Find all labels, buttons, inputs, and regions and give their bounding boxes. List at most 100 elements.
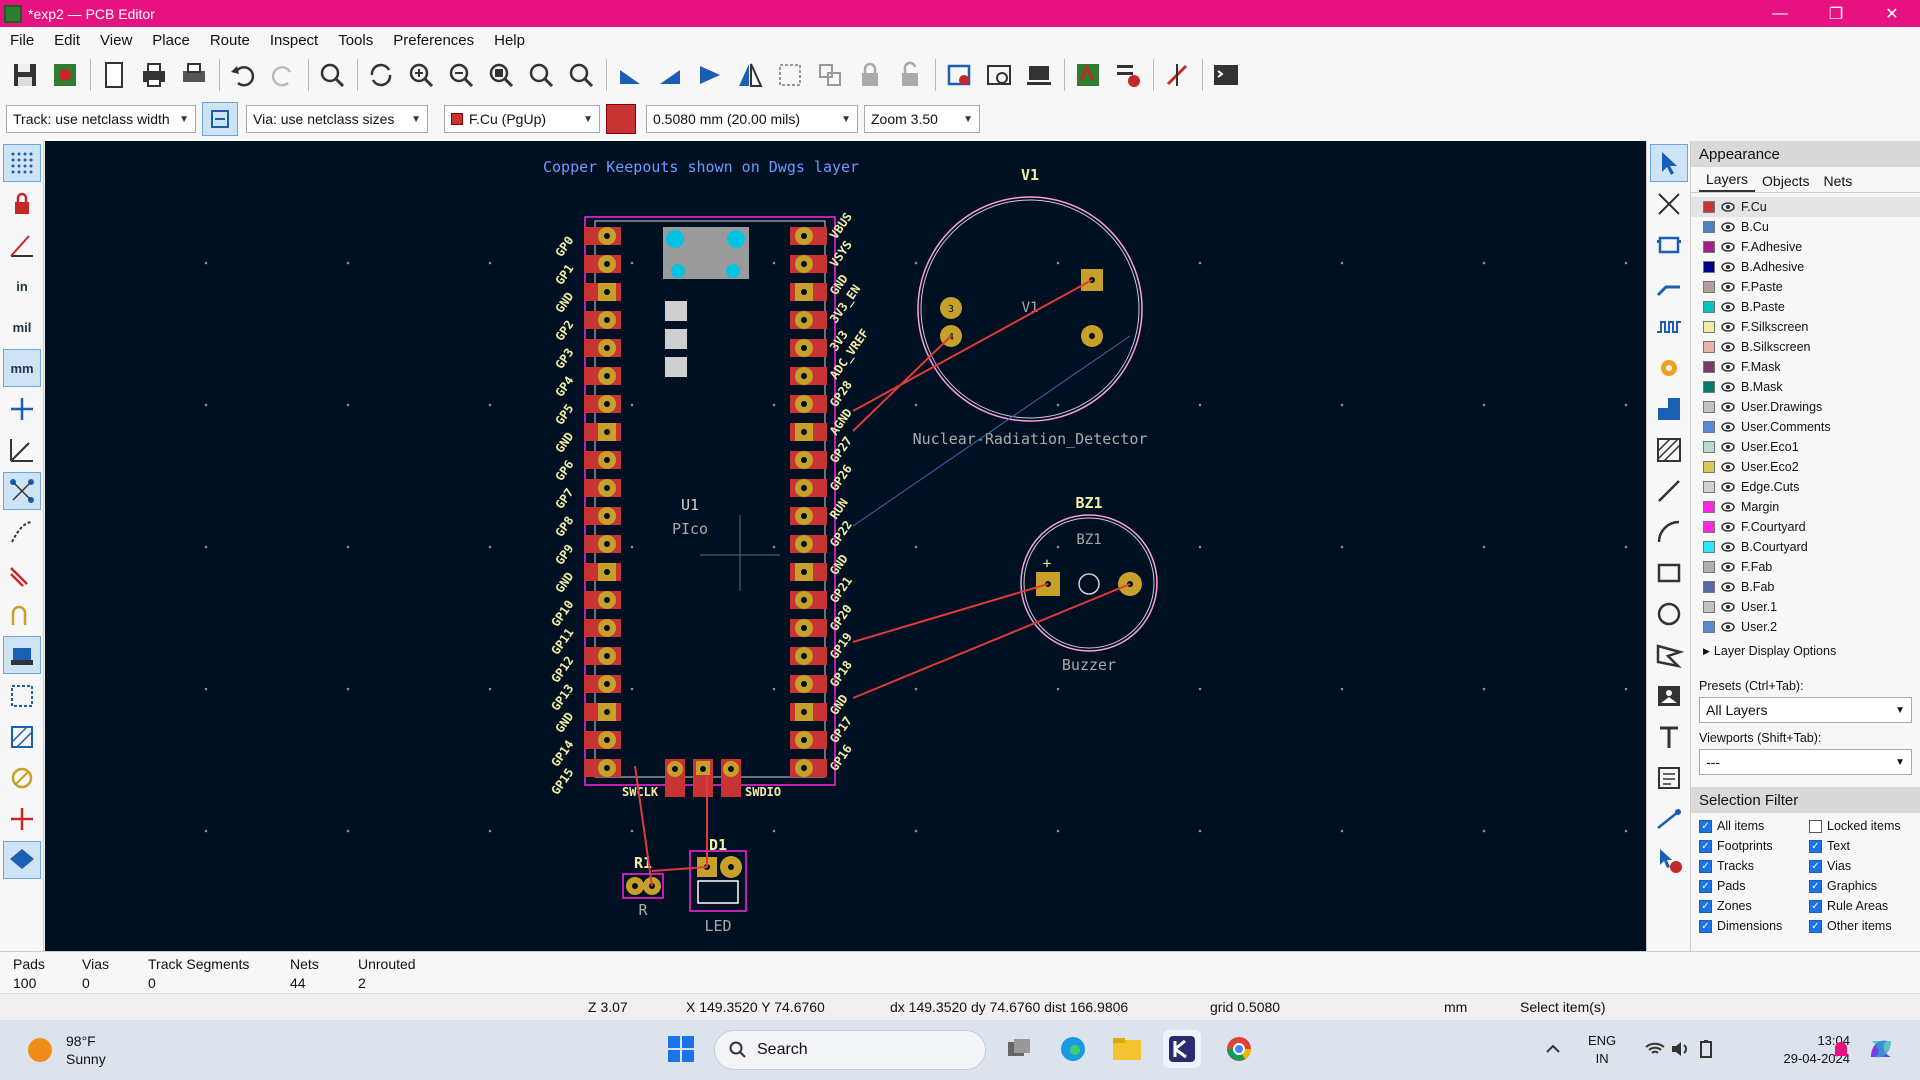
layer-color-swatch[interactable] [1703,461,1715,473]
layer-pair-icon[interactable] [606,104,636,134]
layer-row-margin[interactable]: Margin [1691,497,1920,517]
checkbox[interactable]: ✓ [1699,919,1712,933]
layer-row-user-drawings[interactable]: User.Drawings [1691,397,1920,417]
eye-icon[interactable] [1721,600,1735,614]
angle-snap-icon[interactable] [3,431,41,469]
layer-row-f-paste[interactable]: F.Paste [1691,277,1920,297]
zone-outline-icon[interactable] [3,677,41,715]
layer-color-swatch[interactable] [1703,561,1715,573]
units-inch-button[interactable]: in [3,267,41,305]
checkbox[interactable]: ✓ [1809,859,1822,873]
notification-bell-icon[interactable] [1822,1030,1860,1068]
route-track-icon[interactable] [1650,267,1688,305]
track-outline-icon[interactable] [3,554,41,592]
add-zone-icon[interactable] [1650,390,1688,428]
via-outline-icon[interactable] [3,595,41,633]
checkbox[interactable]: ✓ [1699,819,1712,833]
cursor-style-icon[interactable] [3,390,41,428]
find-icon[interactable] [313,56,351,94]
undo-icon[interactable] [224,56,262,94]
eye-icon[interactable] [1721,580,1735,594]
layer-row-f-fab[interactable]: F.Fab [1691,557,1920,577]
layer-color-swatch[interactable] [1703,301,1715,313]
maximize-button[interactable]: ❐ [1808,0,1864,27]
tab-objects[interactable]: Objects [1755,173,1816,192]
layer-color-swatch[interactable] [1703,361,1715,373]
chevron-up-icon[interactable] [1534,1030,1572,1068]
local-ratsnest-icon[interactable] [1650,185,1688,223]
layer-color-swatch[interactable] [1703,521,1715,533]
eye-icon[interactable] [1721,520,1735,534]
zoom-objects-icon[interactable] [522,56,560,94]
layer-row-b-cu[interactable]: B.Cu [1691,217,1920,237]
filter-zones[interactable]: ✓ Zones [1699,897,1809,915]
layer-color-swatch[interactable] [1703,481,1715,493]
layer-row-b-mask[interactable]: B.Mask [1691,377,1920,397]
viewports-select[interactable]: --- ▼ [1699,749,1912,775]
kicad-taskbar-icon[interactable] [1163,1030,1201,1068]
filter-text[interactable]: ✓ Text [1809,837,1919,855]
rotate-cw-icon[interactable] [651,56,689,94]
mirror-icon[interactable] [731,56,769,94]
show-ratsnest-icon[interactable] [1158,56,1196,94]
task-view-icon[interactable] [1000,1030,1038,1068]
filter-footprints[interactable]: ✓ Footprints [1699,837,1809,855]
checkbox[interactable] [1809,819,1822,833]
eye-icon[interactable] [1721,260,1735,274]
layer-row-b-paste[interactable]: B.Paste [1691,297,1920,317]
add-dimension-icon[interactable] [1650,800,1688,838]
layer-color-swatch[interactable] [1703,241,1715,253]
add-textbox-icon[interactable] [1650,759,1688,797]
layer-color-swatch[interactable] [1703,321,1715,333]
filter-locked-items[interactable]: Locked items [1809,817,1919,835]
zoom-select[interactable]: Zoom 3.50 ▼ [864,105,980,133]
language-indicator[interactable]: ENG IN [1588,1032,1616,1068]
filter-all-items[interactable]: ✓ All items [1699,817,1809,835]
flip-icon[interactable] [691,56,729,94]
track-width-select[interactable]: Track: use netclass width ▼ [6,105,196,133]
place-via-icon[interactable] [1650,349,1688,387]
layer-display-options-toggle[interactable]: ▶ Layer Display Options [1691,637,1920,661]
curved-ratsnest-icon[interactable] [3,513,41,551]
eye-icon[interactable] [1721,560,1735,574]
draw-rectangle-icon[interactable] [1650,554,1688,592]
layer-row-b-fab[interactable]: B.Fab [1691,577,1920,597]
via-size-select[interactable]: Via: use netclass sizes ▼ [246,105,428,133]
zoom-fit-icon[interactable] [482,56,520,94]
layer-color-swatch[interactable] [1703,281,1715,293]
scripting-console-icon[interactable] [1207,56,1245,94]
checkbox[interactable]: ✓ [1809,919,1822,933]
pad-outline-icon[interactable] [3,759,41,797]
layer-row-b-silkscreen[interactable]: B.Silkscreen [1691,337,1920,357]
layer-color-swatch[interactable] [1703,341,1715,353]
layer-row-user-eco2[interactable]: User.Eco2 [1691,457,1920,477]
checkbox[interactable]: ✓ [1809,879,1822,893]
layer-color-swatch[interactable] [1703,601,1715,613]
checkbox[interactable]: ✓ [1699,859,1712,873]
menu-preferences[interactable]: Preferences [383,32,484,49]
tune-length-icon[interactable] [1650,308,1688,346]
close-button[interactable]: ✕ [1864,0,1920,27]
file-explorer-icon[interactable] [1108,1030,1146,1068]
layer-row-f-mask[interactable]: F.Mask [1691,357,1920,377]
grid-override-icon[interactable] [3,185,41,223]
high-contrast-icon[interactable] [3,636,41,674]
eye-icon[interactable] [1721,420,1735,434]
rule-area-icon[interactable] [1650,431,1688,469]
draw-polygon-icon[interactable] [1650,636,1688,674]
eye-icon[interactable] [1721,220,1735,234]
board-setup-icon[interactable] [46,56,84,94]
filter-other-items[interactable]: ✓ Other items [1809,917,1919,935]
checkbox[interactable]: ✓ [1699,839,1712,853]
eye-icon[interactable] [1721,300,1735,314]
layer-color-swatch[interactable] [1703,501,1715,513]
edge-icon[interactable] [1054,1030,1092,1068]
layer-color-swatch[interactable] [1703,421,1715,433]
layer-row-f-silkscreen[interactable]: F.Silkscreen [1691,317,1920,337]
start-icon[interactable] [662,1030,700,1068]
eye-icon[interactable] [1721,500,1735,514]
refresh-icon[interactable] [362,56,400,94]
filter-rule-areas[interactable]: ✓ Rule Areas [1809,897,1919,915]
plot-icon[interactable] [175,56,213,94]
filter-dimensions[interactable]: ✓ Dimensions [1699,917,1809,935]
